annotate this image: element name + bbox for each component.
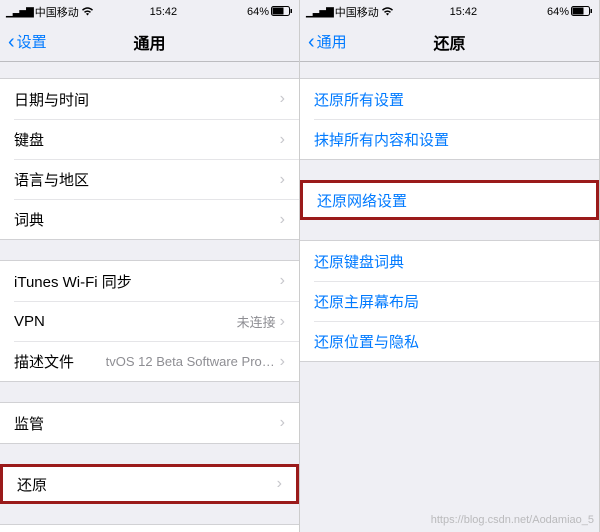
group-sync: iTunes Wi-Fi 同步› VPN未连接› 描述文件tvOS 12 Bet… (0, 260, 299, 382)
chevron-right-icon: › (280, 211, 285, 229)
row-itunes-wifi-sync[interactable]: iTunes Wi-Fi 同步› (0, 261, 299, 301)
settings-list[interactable]: 日期与时间› 键盘› 语言与地区› 词典› iTunes Wi-Fi 同步› V… (0, 62, 299, 532)
row-reset[interactable]: 还原› (0, 464, 299, 504)
row-reset-location-privacy[interactable]: 还原位置与隐私 (300, 321, 599, 361)
battery-percent: 64% (247, 6, 269, 18)
chevron-left-icon: ‹ (8, 32, 15, 52)
group-reset-network: 还原网络设置 (300, 180, 599, 220)
nav-bar: ‹ 设置 通用 (0, 22, 299, 62)
row-reset-keyboard-dict[interactable]: 还原键盘词典 (300, 241, 599, 281)
row-supervision[interactable]: 监管› (0, 403, 299, 443)
nav-bar: ‹ 通用 还原 (300, 22, 599, 62)
chevron-right-icon: › (280, 414, 285, 432)
row-language-region[interactable]: 语言与地区› (0, 159, 299, 199)
wifi-icon (381, 6, 394, 19)
carrier-label: 中国移动 (335, 4, 379, 20)
screenshot-left: ▁▃▅▇ 中国移动 15:42 64% ‹ 设置 通用 日期与时间› 键盘› 语… (0, 0, 300, 532)
reset-list[interactable]: 还原所有设置 抹掉所有内容和设置 还原网络设置 还原键盘词典 还原主屏幕布局 还… (300, 62, 599, 532)
battery-percent: 64% (547, 6, 569, 18)
signal-icon: ▁▃▅▇ (306, 7, 333, 18)
group-datetime: 日期与时间› 键盘› 语言与地区› 词典› (0, 78, 299, 240)
chevron-right-icon: › (280, 313, 285, 331)
back-label: 设置 (17, 31, 47, 52)
chevron-right-icon: › (280, 353, 285, 371)
row-reset-home-layout[interactable]: 还原主屏幕布局 (300, 281, 599, 321)
row-profiles[interactable]: 描述文件tvOS 12 Beta Software Profile› (0, 341, 299, 381)
chevron-left-icon: ‹ (308, 32, 315, 52)
chevron-right-icon: › (280, 272, 285, 290)
row-dictionary[interactable]: 词典› (0, 199, 299, 239)
row-keyboard[interactable]: 键盘› (0, 119, 299, 159)
clock-label: 15:42 (450, 6, 478, 18)
back-label: 通用 (317, 31, 347, 52)
signal-icon: ▁▃▅▇ (6, 7, 33, 18)
chevron-right-icon: › (277, 475, 282, 493)
chevron-right-icon: › (280, 131, 285, 149)
row-vpn[interactable]: VPN未连接› (0, 301, 299, 341)
row-shutdown[interactable]: 关机 (0, 525, 299, 532)
battery-icon (571, 6, 593, 19)
group-shutdown: 关机 (0, 524, 299, 532)
carrier-label: 中国移动 (35, 4, 79, 20)
chevron-right-icon: › (280, 90, 285, 108)
group-reset-all: 还原所有设置 抹掉所有内容和设置 (300, 78, 599, 160)
group-reset-other: 还原键盘词典 还原主屏幕布局 还原位置与隐私 (300, 240, 599, 362)
row-reset-all-settings[interactable]: 还原所有设置 (300, 79, 599, 119)
status-bar: ▁▃▅▇ 中国移动 15:42 64% (300, 0, 599, 22)
screenshot-right: ▁▃▅▇ 中国移动 15:42 64% ‹ 通用 还原 还原所有设置 抹掉所有内… (300, 0, 600, 532)
row-reset-network[interactable]: 还原网络设置 (300, 180, 599, 220)
row-date-time[interactable]: 日期与时间› (0, 79, 299, 119)
wifi-icon (81, 6, 94, 19)
clock-label: 15:42 (150, 6, 178, 18)
battery-icon (271, 6, 293, 19)
chevron-right-icon: › (280, 171, 285, 189)
back-button[interactable]: ‹ 通用 (308, 31, 347, 52)
back-button[interactable]: ‹ 设置 (8, 31, 47, 52)
group-supervision: 监管› (0, 402, 299, 444)
row-erase-all[interactable]: 抹掉所有内容和设置 (300, 119, 599, 159)
group-reset: 还原› (0, 464, 299, 504)
status-bar: ▁▃▅▇ 中国移动 15:42 64% (0, 0, 299, 22)
